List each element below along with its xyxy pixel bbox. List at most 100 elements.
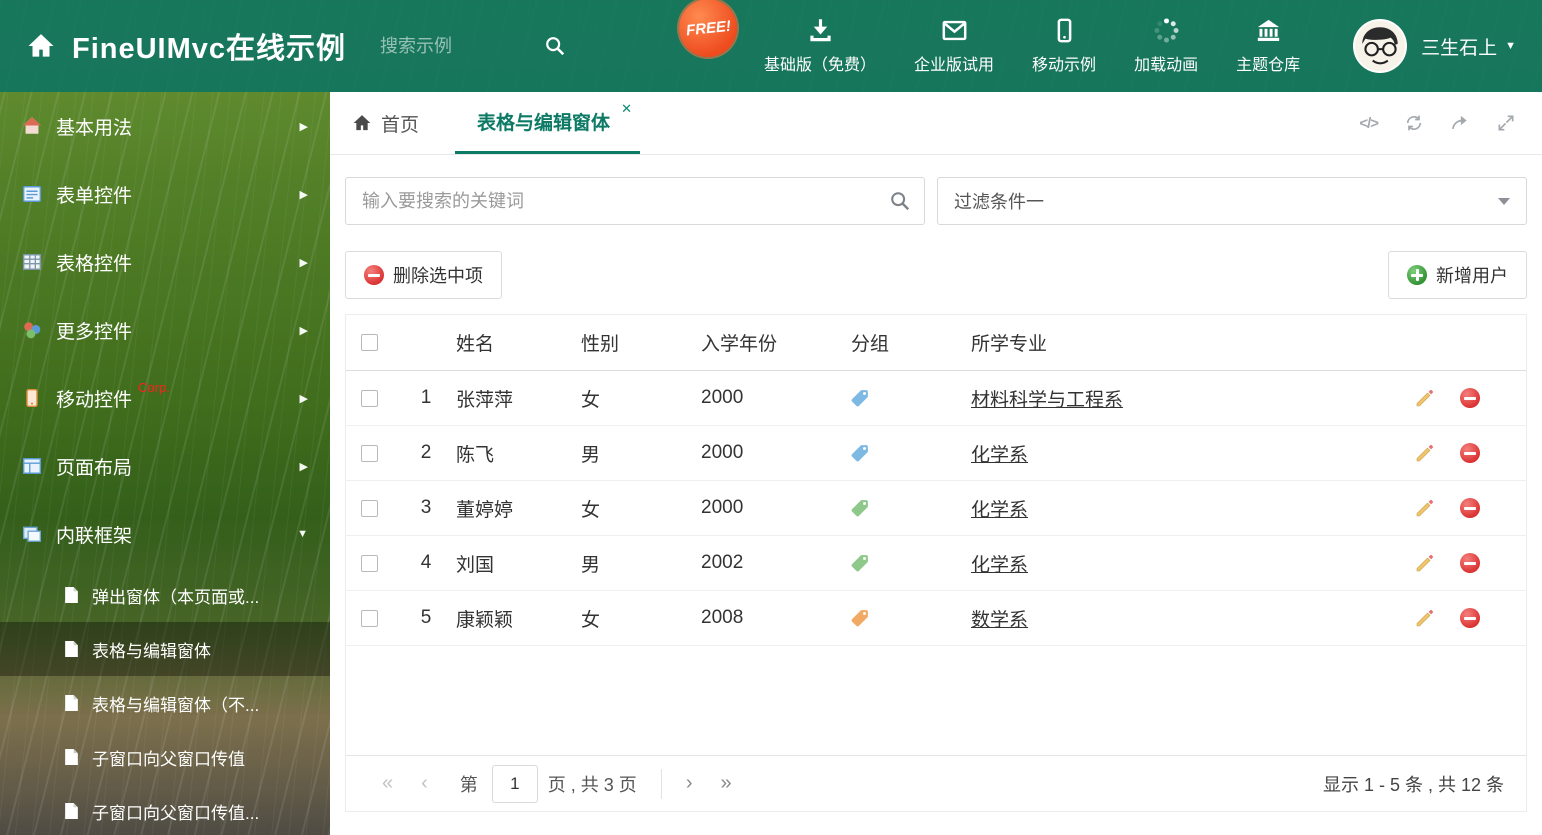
row-checkbox[interactable]	[361, 444, 378, 462]
column-header-major[interactable]: 所学专业	[971, 329, 1414, 356]
edit-icon[interactable]	[1414, 442, 1436, 464]
table-row: 5 康颖颖 女 2008 数学系	[346, 591, 1526, 646]
edit-icon[interactable]	[1414, 607, 1436, 629]
sidebar-subitem-child-to-parent-2[interactable]: 子窗口向父窗口传值...	[0, 784, 330, 835]
table-header-row: 姓名 性别 入学年份 分组 所学专业	[346, 315, 1526, 371]
tab-home[interactable]: 首页	[330, 92, 441, 154]
delete-icon[interactable]	[1460, 443, 1480, 463]
tab-bar: 首页 表格与编辑窗体 ✕ </>	[330, 92, 1542, 155]
cell-year: 2000	[701, 442, 744, 463]
sidebar-item-basic-usage[interactable]: 基本用法 ▶	[0, 92, 330, 160]
bank-icon	[1257, 19, 1279, 41]
nav-basic-edition[interactable]: 基础版（免费）	[764, 17, 876, 75]
cell-name: 陈飞	[456, 444, 495, 466]
last-page-button[interactable]: »	[706, 772, 745, 795]
pager-divider	[660, 768, 662, 799]
sidebar-item-more-controls[interactable]: 更多控件 ▶	[0, 296, 330, 364]
column-header-group[interactable]: 分组	[851, 329, 971, 356]
edit-icon[interactable]	[1414, 387, 1436, 409]
nav-label: 移动示例	[1032, 57, 1097, 74]
keyword-search-input[interactable]	[345, 177, 925, 225]
filter-dropdown[interactable]: 过滤条件一	[937, 177, 1527, 225]
sidebar-item-iframe[interactable]: 内联框架 ▼	[0, 500, 330, 568]
row-number: 4	[420, 552, 432, 573]
source-code-icon[interactable]: </>	[1359, 115, 1379, 132]
column-header-year[interactable]: 入学年份	[701, 329, 851, 356]
add-user-button[interactable]: 新增用户	[1388, 251, 1527, 299]
delete-selected-button[interactable]: 删除选中项	[345, 251, 502, 299]
column-header-name[interactable]: 姓名	[456, 329, 581, 356]
filter-dropdown-value: 过滤条件一	[954, 192, 1044, 212]
search-icon[interactable]	[889, 190, 911, 212]
delete-icon[interactable]	[1460, 608, 1480, 628]
sidebar-item-form-controls[interactable]: 表单控件 ▶	[0, 160, 330, 228]
search-icon[interactable]	[544, 35, 566, 57]
prev-page-button[interactable]: ‹	[407, 772, 442, 795]
header-search-input[interactable]	[380, 35, 531, 57]
cell-gender: 女	[581, 389, 601, 411]
expand-icon[interactable]	[1496, 113, 1516, 133]
close-icon[interactable]: ✕	[621, 101, 632, 117]
row-checkbox[interactable]	[361, 499, 378, 517]
major-link[interactable]: 化学系	[971, 440, 1028, 467]
panel-toolbar: 删除选中项 新增用户	[345, 251, 1527, 299]
cell-name: 张萍萍	[456, 389, 514, 411]
nav-loading-animation[interactable]: 加载动画	[1134, 17, 1198, 75]
home-icon	[23, 117, 41, 134]
major-link[interactable]: 材料科学与工程系	[971, 385, 1123, 412]
refresh-icon[interactable]	[1404, 113, 1424, 133]
keyword-search	[345, 177, 925, 225]
select-all-checkbox[interactable]	[361, 334, 378, 351]
sidebar-item-mobile-controls[interactable]: 移动控件 Corp. ▶	[0, 364, 330, 432]
home-icon[interactable]	[26, 31, 56, 61]
tag-icon	[851, 444, 869, 462]
file-icon	[65, 641, 78, 657]
sidebar-subitem-grid-edit-window[interactable]: 表格与编辑窗体	[0, 622, 330, 676]
main-content: 首页 表格与编辑窗体 ✕ </> 过滤条件一	[330, 92, 1542, 835]
row-checkbox[interactable]	[361, 609, 378, 627]
file-icon	[65, 803, 78, 819]
major-link[interactable]: 化学系	[971, 495, 1028, 522]
row-number: 3	[420, 497, 432, 518]
cell-year: 2002	[701, 552, 744, 573]
next-page-button[interactable]: ›	[672, 772, 707, 795]
row-number: 5	[420, 607, 432, 628]
chevron-right-icon: ▶	[299, 256, 308, 269]
nav-theme-store[interactable]: 主题仓库	[1236, 17, 1300, 75]
row-checkbox[interactable]	[361, 389, 378, 407]
chevron-down-icon: ▼	[1505, 40, 1516, 52]
edit-icon[interactable]	[1414, 552, 1436, 574]
file-icon	[65, 695, 78, 711]
sidebar-item-page-layout[interactable]: 页面布局 ▶	[0, 432, 330, 500]
frame-icon	[23, 526, 41, 542]
table-row: 1 张萍萍 女 2000 材料科学与工程系	[346, 371, 1526, 426]
avatar-face	[1355, 21, 1406, 71]
file-icon	[65, 749, 78, 765]
layout-icon	[22, 458, 42, 474]
sidebar-subitem-grid-edit-window-2[interactable]: 表格与编辑窗体（不...	[0, 676, 330, 730]
avatar[interactable]	[1353, 19, 1408, 73]
first-page-button[interactable]: «	[368, 772, 407, 795]
nav-enterprise-trial[interactable]: 企业版试用	[914, 17, 994, 75]
sidebar-item-grid-controls[interactable]: 表格控件 ▶	[0, 228, 330, 296]
delete-icon[interactable]	[1460, 498, 1480, 518]
tag-icon	[851, 554, 869, 572]
top-header: FineUIMvc在线示例 FREE! 基础版（免费） 企业版试用 移动示例	[0, 0, 1542, 92]
major-link[interactable]: 化学系	[971, 550, 1028, 577]
nav-mobile-demo[interactable]: 移动示例	[1032, 17, 1096, 75]
edit-icon[interactable]	[1414, 497, 1436, 519]
delete-icon[interactable]	[1460, 553, 1480, 573]
share-icon[interactable]	[1450, 113, 1470, 133]
sidebar-subitem-popup-window[interactable]: 弹出窗体（本页面或...	[0, 568, 330, 622]
minus-circle-icon	[364, 265, 384, 285]
row-checkbox[interactable]	[361, 554, 378, 572]
page-number-input[interactable]	[491, 764, 538, 803]
column-header-gender[interactable]: 性别	[581, 329, 701, 356]
user-menu[interactable]: 三生石上 ▼	[1421, 33, 1516, 60]
tab-grid-edit-window[interactable]: 表格与编辑窗体 ✕	[455, 92, 641, 154]
sidebar-subitem-child-to-parent[interactable]: 子窗口向父窗口传值	[0, 730, 330, 784]
cell-gender: 女	[581, 499, 601, 521]
major-link[interactable]: 数学系	[971, 605, 1028, 632]
page-label: 第	[459, 774, 478, 795]
delete-icon[interactable]	[1460, 388, 1480, 408]
